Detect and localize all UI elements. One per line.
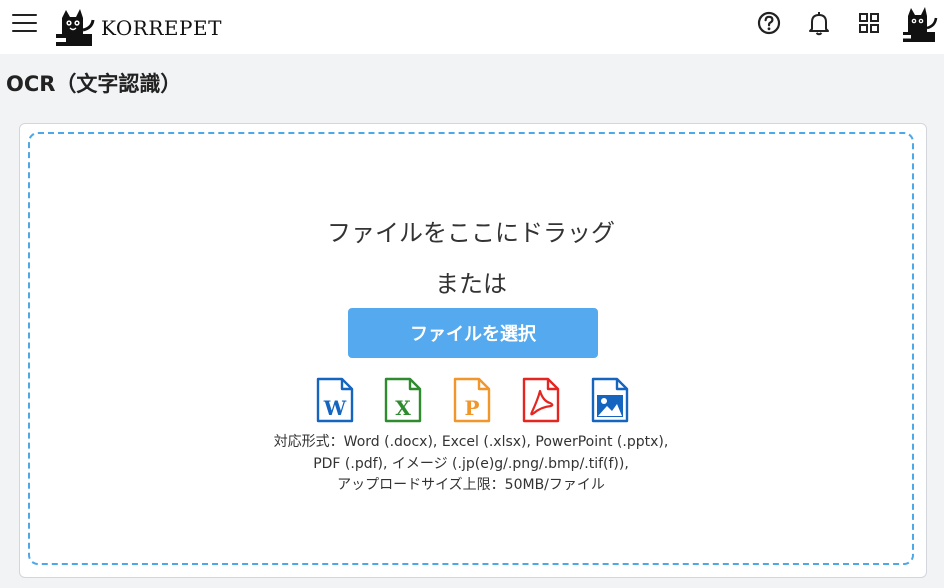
bell-icon[interactable]: [806, 10, 832, 36]
top-bar: KORREPET: [0, 0, 944, 54]
select-file-button[interactable]: ファイルを選択: [348, 308, 598, 358]
formats-line-3: アップロードサイズ上限：50MB/ファイル: [337, 477, 605, 493]
excel-file-icon: X: [384, 377, 422, 423]
cat-logo-icon: [54, 9, 95, 46]
brand-name: KORREPET: [101, 16, 222, 40]
menu-icon[interactable]: [11, 11, 39, 35]
page-title: OCR（文字認識）: [6, 72, 182, 96]
word-file-icon: W: [316, 377, 354, 423]
avatar[interactable]: [900, 4, 938, 44]
formats-line-2: PDF (.pdf), イメージ (.jp(e)g/.png/.bmp/.tif…: [313, 455, 629, 472]
pdf-file-icon: [522, 377, 560, 423]
svg-text:P: P: [464, 396, 479, 420]
help-icon[interactable]: [756, 10, 782, 36]
supported-formats: 対応形式：Word (.docx), Excel (.xlsx), PowerP…: [30, 432, 912, 497]
apps-grid-icon[interactable]: [856, 10, 882, 36]
svg-text:W: W: [323, 396, 347, 420]
upload-card: ファイルをここにドラッグ または ファイルを選択 W X P 対応形式：Word…: [19, 123, 927, 578]
or-text: または: [435, 270, 507, 298]
drag-instruction: ファイルをここにドラッグ: [327, 219, 615, 247]
image-file-icon: [591, 377, 629, 423]
file-dropzone[interactable]: ファイルをここにドラッグ または ファイルを選択 W X P 対応形式：Word…: [28, 132, 914, 565]
brand-logo[interactable]: KORREPET: [52, 4, 222, 48]
formats-line-1: 対応形式：Word (.docx), Excel (.xlsx), PowerP…: [273, 434, 669, 450]
powerpoint-file-icon: P: [453, 377, 491, 423]
svg-text:X: X: [395, 396, 411, 420]
